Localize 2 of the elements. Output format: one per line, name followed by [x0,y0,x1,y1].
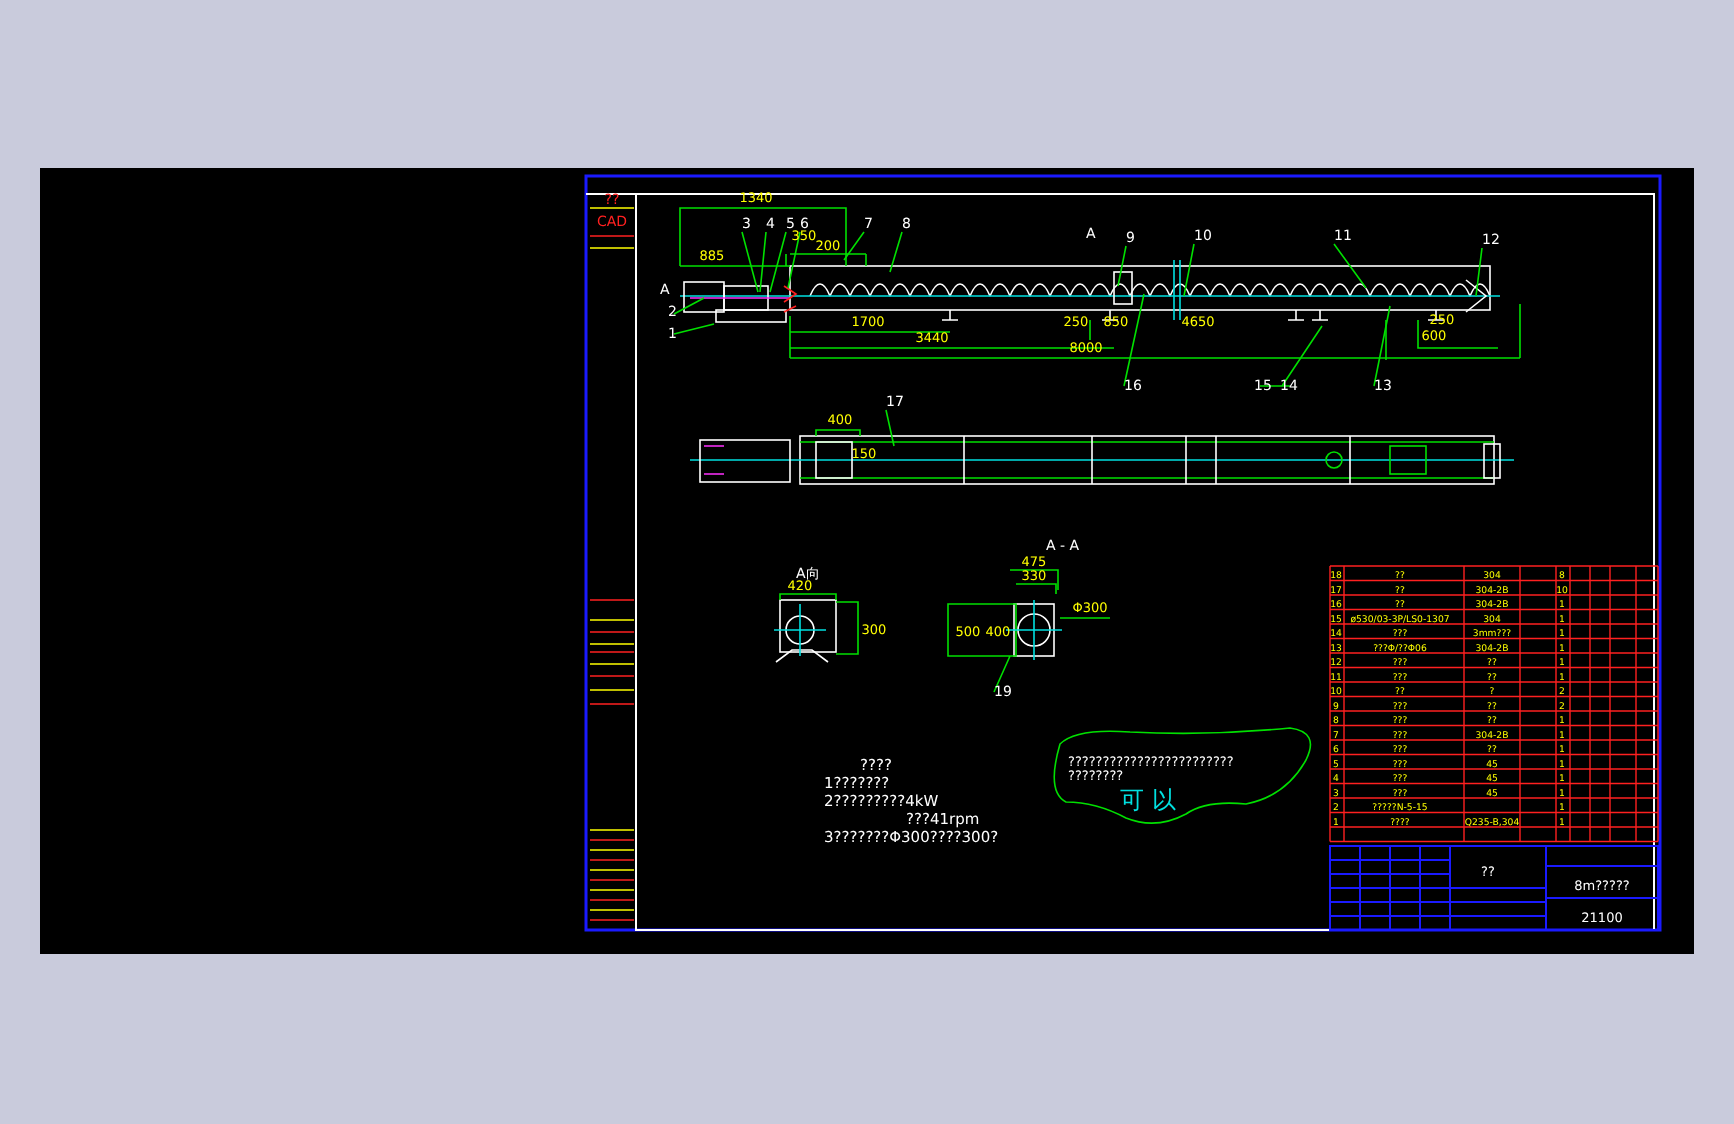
end-view-drawing [773,593,859,663]
cloud-note: 可 以 [1120,786,1176,814]
